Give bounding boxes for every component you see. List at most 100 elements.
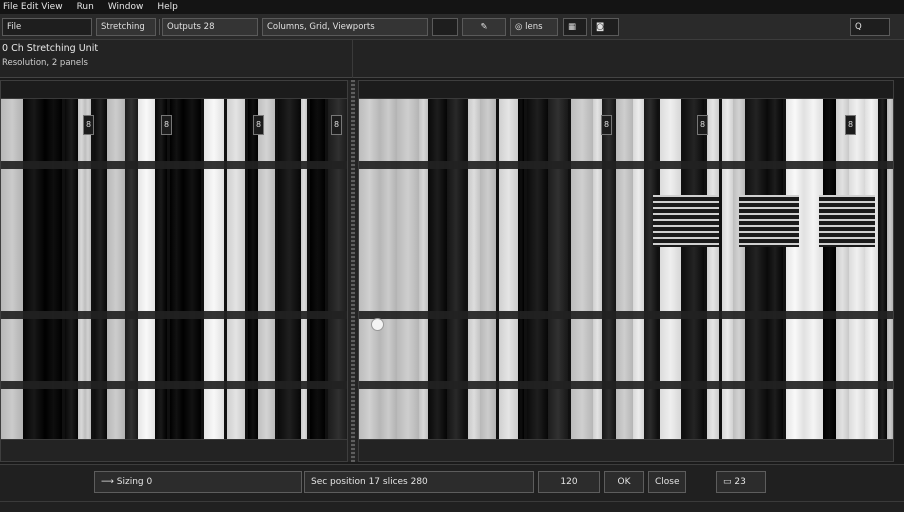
crossbar — [1, 161, 347, 169]
grid-icon[interactable]: ▦ — [563, 18, 587, 36]
column-badge[interactable]: 8 — [331, 115, 342, 135]
dark-column — [328, 99, 347, 441]
light-column — [865, 99, 878, 441]
light-column — [258, 99, 275, 441]
cursor-marker[interactable] — [371, 318, 384, 331]
dark-column — [518, 99, 524, 441]
light-column — [786, 99, 804, 441]
light-column — [107, 99, 125, 441]
dark-column — [155, 99, 167, 441]
light-column — [480, 99, 496, 441]
left-viewport-panel: 8 8 8 8 — [0, 80, 348, 462]
lens-icon: ◎ — [515, 22, 526, 32]
ok-button[interactable]: OK — [604, 471, 644, 493]
dark-column — [310, 99, 325, 441]
page-title: 0 Ch Stretching Unit — [2, 43, 99, 54]
dark-column — [878, 99, 887, 441]
dark-column — [45, 99, 62, 441]
layout-dropdown[interactable]: Columns, Grid, Viewports — [262, 18, 428, 36]
info-divider — [352, 40, 353, 78]
search-button[interactable]: Q — [850, 18, 890, 36]
search-icon: Q — [855, 22, 862, 32]
light-column — [804, 99, 823, 441]
light-column — [660, 99, 681, 441]
edit-tool-button[interactable]: ✎ — [462, 18, 506, 36]
dark-column — [527, 99, 548, 441]
menu-bar: File Edit View Run Window Help — [0, 0, 904, 15]
file-dropdown[interactable]: File — [2, 18, 92, 36]
louver-block — [653, 195, 719, 247]
dark-column — [644, 99, 657, 441]
louver-block — [739, 195, 799, 247]
zoom-dropdown[interactable]: Outputs 28 — [162, 18, 258, 36]
light-column — [849, 99, 865, 441]
light-column — [468, 99, 480, 441]
column-badge[interactable]: 8 — [845, 115, 856, 135]
light-column — [138, 99, 155, 441]
light-column — [616, 99, 633, 441]
light-column — [633, 99, 644, 441]
page-button[interactable]: ▭ 23 — [716, 471, 766, 493]
empty-slot[interactable] — [432, 18, 458, 36]
menu-window[interactable]: Window — [108, 2, 144, 12]
light-column — [707, 99, 719, 441]
menu-file[interactable]: File Edit View — [3, 2, 63, 12]
close-button[interactable]: Close — [648, 471, 686, 493]
light-column — [359, 99, 380, 441]
panel-splitter[interactable] — [348, 80, 358, 462]
page-icon: ▭ — [723, 477, 735, 487]
right-viewport-panel: 8 8 8 — [358, 80, 894, 462]
column-badge[interactable]: 8 — [697, 115, 708, 135]
left-viewport[interactable]: 8 8 8 8 — [1, 99, 347, 441]
crossbar — [1, 311, 347, 319]
status-bar: ⟶ Sizing 0 Sec position 17 slices 280 12… — [0, 464, 904, 512]
mode-dropdown[interactable]: Stretching — [96, 18, 156, 36]
light-column — [571, 99, 593, 441]
arrow-icon: ⟶ — [101, 477, 117, 487]
dark-column — [278, 99, 301, 441]
right-viewport[interactable]: 8 8 8 — [359, 99, 893, 441]
position-field[interactable]: Sec position 17 slices 280 — [304, 471, 534, 493]
light-column — [419, 99, 428, 441]
light-column — [78, 99, 85, 441]
light-column — [499, 99, 518, 441]
dark-column — [602, 99, 616, 441]
light-column — [85, 99, 91, 441]
column-badge[interactable]: 8 — [601, 115, 612, 135]
light-column — [887, 99, 893, 441]
crossbar — [1, 381, 347, 389]
dark-column — [684, 99, 704, 441]
dark-column — [447, 99, 465, 441]
camera-icon[interactable]: ◙ — [591, 18, 619, 36]
dark-column — [428, 99, 447, 441]
left-panel-header — [1, 81, 347, 99]
dark-column — [65, 99, 78, 441]
dark-column — [745, 99, 767, 441]
page-label: 23 — [734, 477, 746, 487]
light-column — [204, 99, 224, 441]
number-field[interactable]: 120 — [538, 471, 600, 493]
menu-run[interactable]: Run — [77, 2, 94, 12]
light-column — [227, 99, 245, 441]
column-badge[interactable]: 8 — [253, 115, 264, 135]
toolbar: File Stretching Outputs 28 Columns, Grid… — [0, 15, 904, 40]
column-badge[interactable]: 8 — [161, 115, 172, 135]
dark-column — [548, 99, 568, 441]
dark-column — [23, 99, 45, 441]
dark-column — [170, 99, 183, 441]
info-strip: 0 Ch Stretching Unit Resolution, 2 panel… — [0, 40, 904, 78]
sizing-field-label: Sizing 0 — [116, 477, 153, 487]
dark-column — [125, 99, 138, 441]
status-divider — [0, 501, 904, 502]
sizing-field[interactable]: ⟶ Sizing 0 — [94, 471, 302, 493]
light-column — [380, 99, 397, 441]
menu-help[interactable]: Help — [157, 2, 178, 12]
light-column — [593, 99, 602, 441]
toolbar-divider — [159, 19, 160, 35]
column-badge[interactable]: 8 — [83, 115, 94, 135]
light-column — [722, 99, 733, 441]
dark-column — [94, 99, 107, 441]
lens-button[interactable]: ◎ lens — [510, 18, 558, 36]
splitter-handle[interactable] — [351, 80, 355, 462]
dark-column — [767, 99, 783, 441]
